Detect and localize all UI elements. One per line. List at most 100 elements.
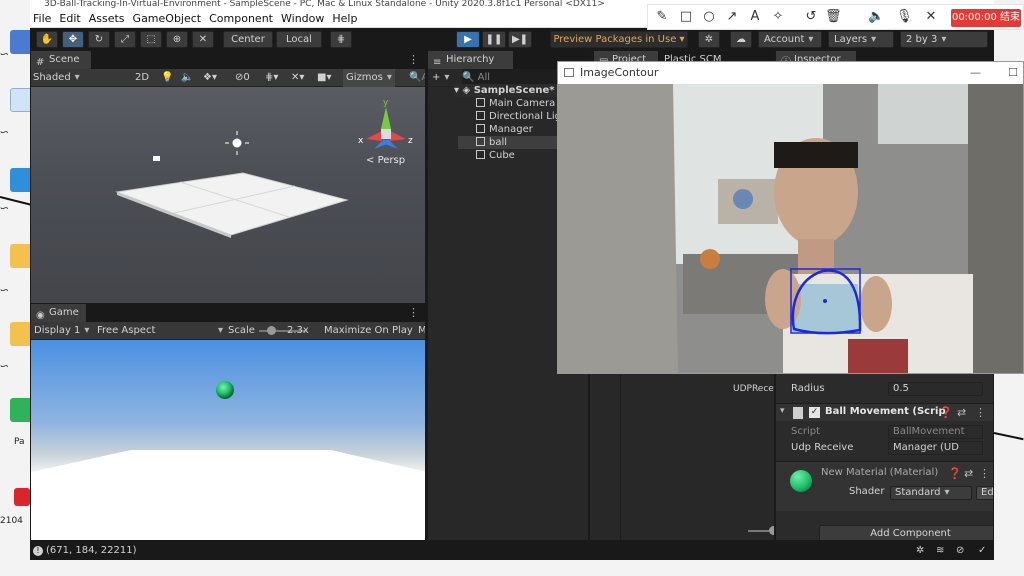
tab-hierarchy[interactable]: ≡ Hierarchy — [428, 51, 513, 69]
hand-tool-icon[interactable]: ✋ — [36, 31, 58, 48]
shading-label: Shaded — [33, 72, 71, 83]
settings-icon[interactable]: ⇄ — [964, 467, 973, 480]
pause-button[interactable]: ❚❚ — [482, 31, 506, 48]
grid-snap-icon[interactable]: ⋕ — [330, 31, 352, 48]
scene-toolbar: Shaded 2D 💡 🔈 ❖▾ ⊘0 ⋕▾ ✕▾ ■▾ Gizmos 🔍A — [31, 69, 425, 87]
play-button[interactable]: ▶ — [456, 31, 480, 48]
component-enabled-checkbox[interactable]: ✓ — [809, 407, 820, 418]
lighting-icon[interactable]: 💡 — [161, 69, 173, 87]
scene-search-input[interactable]: 🔍A — [409, 69, 425, 87]
maximize-icon[interactable]: ☐ — [1008, 62, 1018, 84]
tools-icon[interactable]: ✕▾ — [291, 69, 304, 87]
panel-menu-icon[interactable]: ⋮ — [408, 53, 419, 66]
step-button[interactable]: ▶❚ — [508, 31, 532, 48]
audio-icon[interactable]: 🔈 — [181, 69, 193, 87]
status-debug-icon[interactable]: ⊘ — [956, 541, 964, 560]
menu-edit[interactable]: Edit — [59, 12, 80, 25]
record-stop-button[interactable]: 00:00:00 结束 — [951, 9, 1021, 27]
pivot-center-button[interactable]: Center — [223, 31, 273, 48]
shading-dropdown[interactable]: Shaded — [33, 69, 128, 87]
hierarchy-item-label: Manager — [489, 124, 533, 135]
layout-dropdown[interactable]: 2 by 3 — [900, 31, 988, 48]
menu-component[interactable]: Component — [209, 12, 273, 25]
menu-gameobject[interactable]: GameObject — [133, 12, 202, 25]
arrow-icon[interactable]: ↗ — [724, 9, 740, 25]
component-menu-icon[interactable]: ⋮ — [975, 406, 986, 419]
mode-2d-button[interactable]: 2D — [135, 69, 149, 87]
menu-assets[interactable]: Assets — [89, 12, 125, 25]
hierarchy-item-cube[interactable]: Cube — [476, 149, 515, 162]
cloud-icon[interactable]: ☁ — [730, 31, 752, 48]
scene-viewport[interactable]: y x z < Persp — [31, 87, 425, 303]
trash-icon[interactable]: 🗑 — [825, 9, 842, 25]
pen-icon[interactable]: ✎ — [654, 9, 670, 25]
tab-scene[interactable]: # Scene — [31, 51, 91, 69]
component-menu-icon[interactable]: ⋮ — [979, 467, 990, 480]
panel-menu-icon[interactable]: ⋮ — [408, 306, 419, 319]
camera-gizmo-icon — [153, 156, 160, 161]
camera-icon[interactable]: ■▾ — [317, 69, 331, 87]
transform-tool-icon[interactable]: ⊕ — [166, 31, 188, 48]
menu-help[interactable]: Help — [332, 12, 357, 25]
tab-game[interactable]: ◉ Game — [31, 304, 86, 322]
speaker-icon[interactable]: 🔈 — [868, 9, 884, 25]
persp-label[interactable]: < Persp — [366, 155, 405, 166]
status-check-icon[interactable]: ✓ — [978, 541, 986, 560]
game-viewport[interactable] — [31, 340, 425, 540]
hierarchy-item-manager[interactable]: Manager — [476, 123, 533, 136]
text-icon[interactable]: A — [747, 9, 763, 25]
grid-toggle-icon[interactable]: ⋕▾ — [265, 69, 278, 87]
microphone-icon[interactable]: 🎙 — [896, 9, 913, 25]
hierarchy-item-label: Main Camera — [489, 98, 556, 109]
preview-packages-button[interactable]: Preview Packages in Use ▾ — [550, 31, 688, 48]
game-panel: ◉Game ⋮ Display 1 Free Aspect▾ Scale 2.3… — [30, 303, 426, 541]
highlighter-icon[interactable]: ✧ — [770, 9, 786, 25]
undo-icon[interactable]: ↺ — [803, 9, 819, 25]
shader-dropdown[interactable]: Standard — [890, 486, 972, 500]
menu-file[interactable]: File — [33, 12, 51, 25]
settings-icon[interactable]: ⇄ — [957, 406, 966, 419]
maximize-on-play-button[interactable]: Maximize On Play — [324, 322, 413, 340]
maximize-label: Maximize On Play — [324, 325, 413, 336]
scale-tool-icon[interactable]: ⤢ — [114, 31, 136, 48]
status-bug-icon[interactable]: ✲ — [916, 541, 924, 560]
help-icon[interactable]: ❓ — [939, 406, 953, 419]
add-object-button[interactable]: + — [432, 69, 449, 87]
layers-dropdown[interactable]: Layers — [828, 31, 894, 48]
close-icon[interactable]: ✕ — [923, 9, 939, 25]
gizmos-label: Gizmos — [346, 72, 383, 83]
hierarchy-item-main-camera[interactable]: Main Camera — [476, 97, 555, 110]
status-cache-icon[interactable]: ≋ — [936, 541, 944, 560]
custom-tool-icon[interactable]: ✕ — [192, 31, 214, 48]
radius-field[interactable]: 0.5 — [888, 382, 983, 396]
project-asset-label[interactable]: UDPRecei... — [733, 384, 774, 394]
account-dropdown[interactable]: Account — [758, 31, 822, 48]
udp-receive-field[interactable]: Manager (UD — [888, 441, 983, 455]
collab-icon[interactable]: ✲ — [698, 31, 720, 48]
gizmos-dropdown[interactable]: Gizmos — [343, 69, 395, 87]
rectangle-icon[interactable]: □ — [678, 9, 694, 25]
rect-tool-icon[interactable]: ⬚ — [140, 31, 162, 48]
add-component-button[interactable]: Add Component — [819, 525, 993, 540]
image-contour-titlebar[interactable]: ImageContour — ☐ — [558, 62, 1023, 84]
menu-window[interactable]: Window — [281, 12, 324, 25]
display-dropdown[interactable]: Display 1 — [34, 322, 89, 340]
circle-icon[interactable]: ○ — [701, 9, 717, 25]
rotate-tool-icon[interactable]: ↻ — [88, 31, 110, 48]
aspect-dropdown[interactable]: Free Aspect ▾ — [97, 322, 223, 340]
foldout-icon[interactable]: ▾ — [780, 406, 785, 416]
hierarchy-item-directional-light[interactable]: Directional Lig — [476, 110, 561, 123]
game-viewport-svg — [31, 381, 425, 540]
hidden-objects-icon[interactable]: ⊘0 — [235, 69, 250, 87]
edit-shader-button[interactable]: Edit... — [976, 486, 993, 500]
effects-icon[interactable]: ❖▾ — [203, 69, 217, 87]
move-tool-icon[interactable]: ✥ — [62, 31, 84, 48]
more-options-label[interactable]: M — [418, 322, 425, 340]
gameobject-icon — [476, 124, 485, 133]
image-contour-window: ImageContour — ☐ — [557, 61, 1024, 374]
pivot-local-button[interactable]: Local — [276, 31, 322, 48]
minimize-icon[interactable]: — — [970, 62, 981, 84]
gameobject-icon — [476, 98, 485, 107]
help-icon[interactable]: ❓ — [948, 467, 962, 480]
pdf-icon[interactable] — [14, 488, 30, 506]
